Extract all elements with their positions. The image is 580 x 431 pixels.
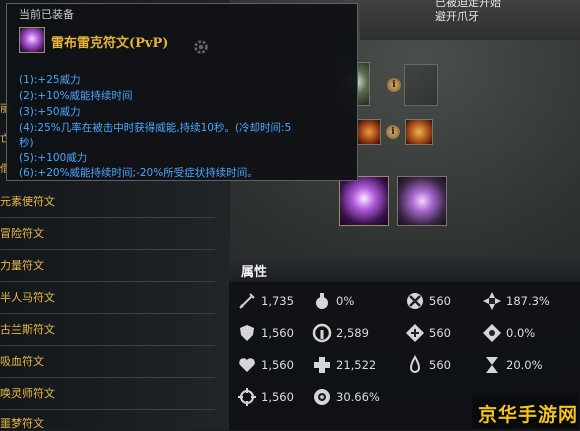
rune-list-item[interactable]: 唤灵师符文 — [0, 387, 55, 401]
upgrade-info-icon[interactable]: i — [387, 78, 401, 92]
divider — [0, 217, 215, 218]
tooltip-stat-line: (5):+100威力 — [19, 152, 88, 164]
flame-drop-icon — [405, 355, 425, 375]
empty-equipment-slot[interactable] — [404, 64, 438, 106]
stat-value: 187.3% — [506, 294, 550, 308]
divider — [0, 345, 215, 346]
rune-slot-selected[interactable] — [339, 176, 389, 226]
tooltip-stat-line: 秒) — [19, 137, 34, 149]
shield-icon — [237, 323, 257, 343]
rune-list-item[interactable]: 冒险符文 — [0, 227, 44, 241]
tooltip-stat-line: (6):+20%威能持续时间;-20%所受症状持续时间。 — [19, 167, 258, 179]
sigil-slot-fire[interactable] — [405, 119, 433, 145]
crosshair-icon — [237, 387, 257, 407]
watermark: 京华手游网 — [478, 404, 579, 426]
plus-icon — [312, 355, 332, 375]
rune-list-item[interactable]: 半人马符文 — [0, 291, 55, 305]
equipped-label: 当前已装备 — [19, 8, 74, 21]
potion-icon — [312, 291, 332, 311]
attributes-header: 属性 — [229, 256, 580, 282]
item-tooltip: 当前已装备 雷布雷克符文(PvP) (1):+25威力 (2):+10%威能持续… — [6, 3, 358, 181]
rune-list-item[interactable]: 元素使符文 — [0, 195, 55, 209]
stat-value: 20.0% — [506, 358, 543, 372]
stat-value: 1,735 — [261, 294, 294, 308]
stat-value: 30.66% — [336, 390, 380, 404]
divider — [0, 377, 215, 378]
stat-value: 1,560 — [261, 358, 294, 372]
rune-list-item[interactable]: 古兰斯符文 — [0, 323, 55, 337]
divider — [0, 313, 215, 314]
tooltip-stat-line: (3):+50威力 — [19, 106, 81, 118]
attributes-title: 属性 — [241, 265, 268, 280]
sword-icon — [237, 291, 257, 311]
top-status-line-2: 避开爪牙 — [435, 10, 479, 23]
tooltip-stat-line: (2):+10%威能持续时间 — [19, 90, 133, 102]
heart-icon — [237, 355, 257, 375]
helmet-icon — [312, 323, 332, 343]
stat-value: 1,560 — [261, 326, 294, 340]
rune-list-item[interactable]: 力量符文 — [0, 259, 44, 273]
stat-value: 21,522 — [336, 358, 377, 372]
rune-list-item[interactable]: 噩梦符文 — [0, 417, 44, 431]
stat-value: 560 — [429, 358, 451, 372]
gear-icon[interactable] — [192, 38, 210, 56]
diamond-burst-icon — [482, 323, 502, 343]
stat-value: 1,560 — [261, 390, 294, 404]
tooltip-stat-line: (1):+25威力 — [19, 74, 81, 86]
divider — [0, 249, 215, 250]
diamond-cross-icon — [405, 323, 425, 343]
divider — [0, 409, 215, 410]
stat-value: 2,589 — [336, 326, 369, 340]
crossed-circle-icon — [405, 291, 425, 311]
hourglass-icon — [482, 355, 502, 375]
stat-value: 0.0% — [506, 326, 536, 340]
sigil-slot-fire[interactable] — [357, 119, 381, 145]
stat-value: 560 — [429, 294, 451, 308]
divider — [0, 281, 215, 282]
upgrade-info-icon[interactable]: i — [386, 125, 400, 139]
stat-value: 0% — [336, 294, 355, 308]
stat-value: 560 — [429, 326, 451, 340]
tooltip-stat-line: (4):25%几率在被击中时获得威能,持续10秒。(冷却时间:5 — [19, 122, 292, 134]
crystal-slot[interactable] — [397, 176, 447, 226]
gear-circle-icon — [312, 387, 332, 407]
tooltip-title: 雷布雷克符文(PvP) — [51, 36, 169, 51]
rune-list-item[interactable]: 吸血符文 — [0, 355, 44, 369]
burst-icon — [482, 291, 502, 311]
rune-icon — [19, 27, 45, 53]
